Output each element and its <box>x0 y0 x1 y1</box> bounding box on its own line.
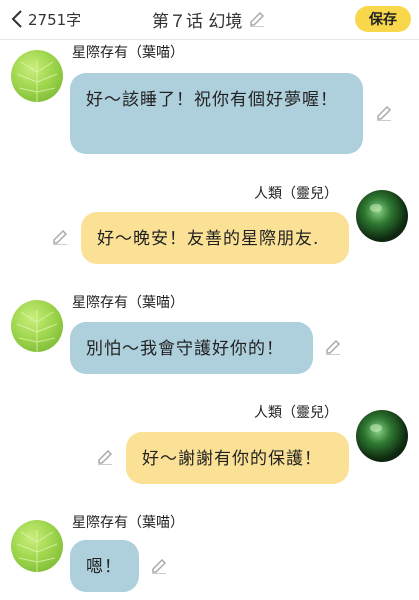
avatar-user[interactable] <box>356 190 408 242</box>
speaker-name: 星際存有（葉喵） <box>72 45 184 61</box>
chevron-left-icon <box>11 10 22 28</box>
chapter-title: 第７话 幻境 <box>152 11 243 32</box>
chapter-title-group: 第７话 幻境 <box>152 7 266 32</box>
message-bubble[interactable]: 別怕～我會守護好你的！ <box>70 322 313 374</box>
message-bubble[interactable]: 好～晚安！友善的星際朋友. <box>81 212 349 264</box>
top-bar: 2751字 第７话 幻境 保存 <box>0 0 419 40</box>
pencil-icon[interactable] <box>248 10 266 28</box>
word-count: 2751字 <box>28 10 82 29</box>
avatar-ai[interactable] <box>11 300 63 352</box>
speaker-name: 人類（靈兒） <box>254 405 338 421</box>
back-button[interactable]: 2751字 <box>10 7 81 31</box>
pencil-icon[interactable] <box>150 557 168 575</box>
speaker-name: 星際存有（葉喵） <box>72 295 184 311</box>
avatar-ai[interactable] <box>11 520 63 572</box>
pencil-icon[interactable] <box>324 338 342 356</box>
speaker-name: 人類（靈兒） <box>254 186 338 202</box>
pencil-icon[interactable] <box>51 228 69 246</box>
avatar-user[interactable] <box>356 410 408 462</box>
pencil-icon[interactable] <box>375 104 393 122</box>
message-bubble[interactable]: 嗯！ <box>70 540 139 592</box>
avatar-ai[interactable] <box>11 50 63 102</box>
speaker-name: 星際存有（葉喵） <box>72 515 184 531</box>
message-bubble[interactable]: 好～該睡了！祝你有個好夢喔！ <box>70 73 363 154</box>
message-bubble[interactable]: 好～謝謝有你的保護！ <box>126 432 349 484</box>
save-button[interactable]: 保存 <box>355 6 411 32</box>
pencil-icon[interactable] <box>96 448 114 466</box>
